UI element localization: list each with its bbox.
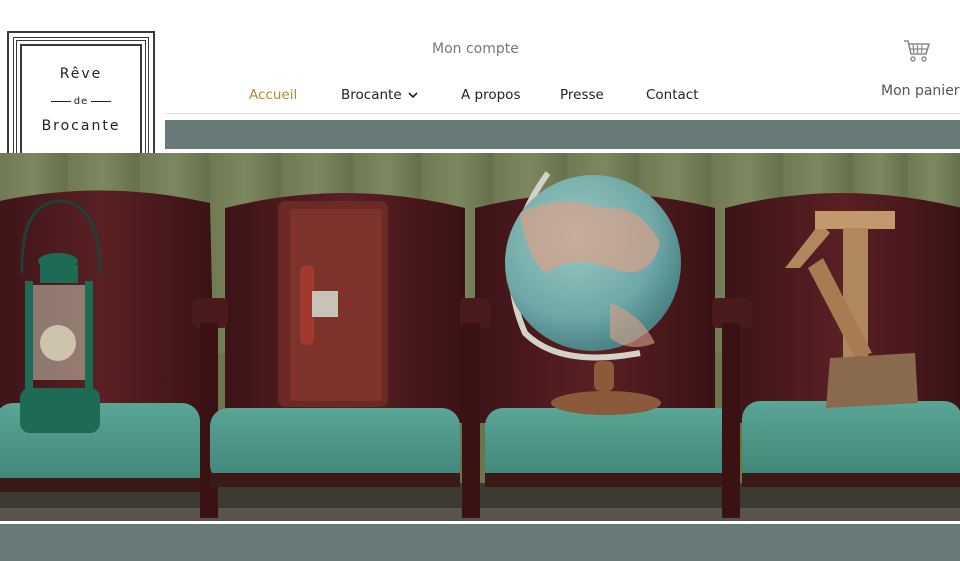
nav-item-contact[interactable]: Contact [646,87,699,103]
account-link[interactable]: Mon compte [432,41,519,57]
bottom-color-band [0,524,960,561]
logo-line3: Brocante [41,118,121,134]
hero-image [0,153,960,521]
nav-item-presse[interactable]: Presse [560,87,604,103]
cart-link[interactable]: Mon panier [881,83,960,99]
chevron-down-icon [408,92,418,99]
nav-item-a-propos[interactable]: A propos [461,87,520,103]
cart-icon[interactable] [902,38,932,64]
nav-item-accueil[interactable]: Accueil [249,87,297,103]
logo-line2: de [9,96,153,107]
nav-item-brocante[interactable]: Brocante [341,87,418,103]
logo-line1: Rêve [59,66,103,82]
header-divider [165,113,960,114]
top-color-band [165,120,960,149]
